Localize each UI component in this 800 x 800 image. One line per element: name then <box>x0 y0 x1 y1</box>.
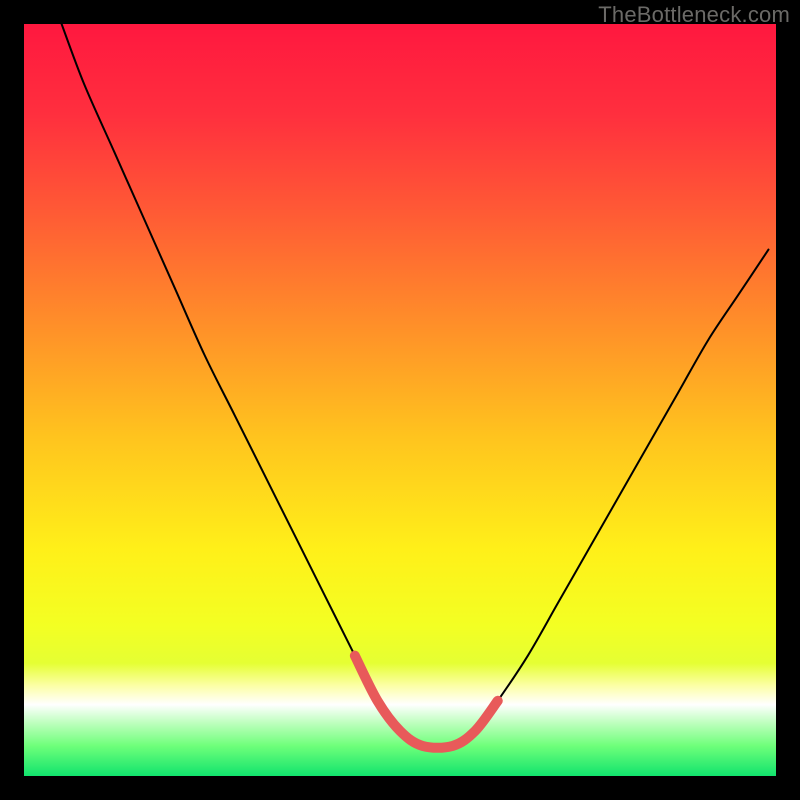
watermark-text: TheBottleneck.com <box>598 2 790 28</box>
chart-plot <box>24 24 776 776</box>
chart-frame: TheBottleneck.com <box>0 0 800 800</box>
chart-background <box>24 24 776 776</box>
